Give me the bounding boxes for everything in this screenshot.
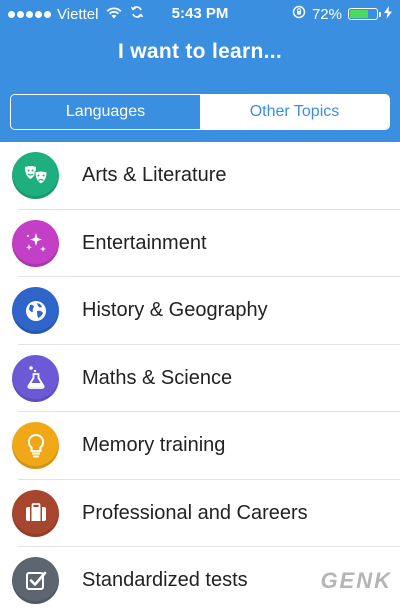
category-list: Arts & Literature Entertainment History …	[0, 142, 400, 615]
lightbulb-icon	[12, 422, 59, 470]
category-label: History & Geography	[82, 299, 268, 322]
category-label: Entertainment	[82, 231, 207, 254]
battery-icon	[348, 8, 381, 20]
category-item-entertainment[interactable]: Entertainment	[0, 210, 400, 278]
category-item-memory-training[interactable]: Memory training	[0, 412, 400, 480]
tab-languages[interactable]: Languages	[11, 95, 200, 129]
category-item-professional-careers[interactable]: Professional and Careers	[0, 480, 400, 548]
status-bar: Viettel 5:43 PM 72%	[0, 0, 400, 28]
globe-icon	[12, 287, 59, 335]
page-title: I want to learn...	[117, 40, 283, 63]
battery-fill	[350, 10, 369, 18]
category-item-history-geography[interactable]: History & Geography	[0, 277, 400, 345]
rotation-lock-icon	[292, 5, 306, 23]
tab-other-topics[interactable]: Other Topics	[200, 95, 389, 129]
theater-masks-icon	[12, 152, 59, 200]
briefcase-icon	[12, 489, 59, 537]
flask-icon	[12, 354, 59, 402]
sparkles-icon	[12, 219, 59, 267]
watermark-logo: GENK	[320, 568, 392, 593]
category-label: Standardized tests	[82, 569, 248, 592]
category-item-maths-science[interactable]: Maths & Science	[0, 345, 400, 413]
topic-segmented-control: Languages Other Topics	[10, 94, 390, 130]
category-label: Maths & Science	[82, 366, 233, 389]
category-item-arts-literature[interactable]: Arts & Literature	[0, 142, 400, 210]
header: Viettel 5:43 PM 72% I want to learn... L…	[0, 0, 400, 142]
category-label: Professional and Careers	[82, 501, 308, 524]
category-label: Memory training	[82, 434, 226, 457]
status-right: 72%	[292, 5, 392, 23]
battery-percent: 72%	[311, 5, 342, 23]
category-label: Arts & Literature	[82, 164, 227, 187]
checkbox-icon	[12, 557, 59, 605]
charging-icon	[384, 5, 392, 23]
